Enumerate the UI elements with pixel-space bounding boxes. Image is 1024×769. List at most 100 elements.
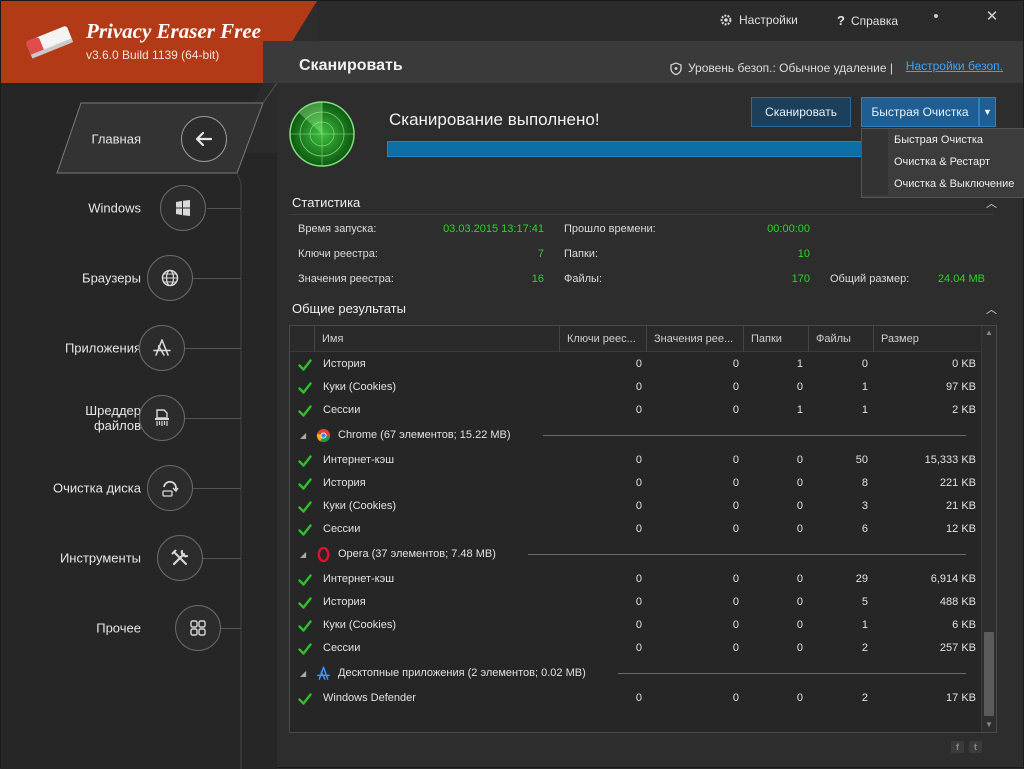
table-row[interactable]: Сессии 0 0 0 6 12 KB bbox=[290, 518, 982, 541]
menu-item-quick-clean[interactable]: Быстрая Очистка bbox=[862, 129, 1024, 151]
item-name: История bbox=[323, 477, 366, 489]
column-header-folders[interactable]: Папки bbox=[743, 326, 808, 352]
cell-files: 1 bbox=[861, 619, 868, 631]
item-name: Куки (Cookies) bbox=[323, 381, 396, 393]
table-row[interactable]: Куки (Cookies) 0 0 0 3 21 KB bbox=[290, 495, 982, 518]
item-name: Интернет-кэш bbox=[323, 454, 395, 466]
check-icon bbox=[298, 574, 312, 586]
cell-folders: 0 bbox=[796, 596, 803, 608]
cell-keys: 0 bbox=[635, 500, 642, 512]
collapse-triangle-icon[interactable]: ◢ bbox=[300, 550, 306, 559]
check-icon bbox=[298, 382, 312, 394]
table-row[interactable]: История 0 0 0 8 221 KB bbox=[290, 472, 982, 495]
cell-values: 0 bbox=[732, 381, 739, 393]
sidebar-item-applications[interactable]: Приложения bbox=[1, 320, 241, 376]
page-header-bar: Сканировать Уровень безоп.: Обычное удал… bbox=[263, 41, 1023, 83]
sidebar-item-windows[interactable]: Windows bbox=[1, 180, 241, 236]
scan-button[interactable]: Сканировать bbox=[751, 97, 851, 127]
scroll-up-icon[interactable]: ▲ bbox=[982, 326, 996, 340]
check-icon bbox=[298, 455, 312, 467]
cell-files: 2 bbox=[861, 692, 868, 704]
column-header-registry-values[interactable]: Значения рее... bbox=[646, 326, 743, 352]
cell-keys: 0 bbox=[635, 642, 642, 654]
chrome-icon bbox=[316, 428, 331, 443]
group-row[interactable]: ◢ Десктопные приложения (2 элементов; 0.0… bbox=[290, 660, 982, 687]
group-row[interactable]: ◢ Opera (37 элементов; 7.48 MB) bbox=[290, 541, 982, 568]
registry-values-value: 16 bbox=[531, 273, 544, 285]
scroll-down-icon[interactable]: ▼ bbox=[982, 718, 996, 732]
group-row[interactable]: ◢ Chrome (67 элементов; 15.22 MB) bbox=[290, 422, 982, 449]
results-scrollbar[interactable]: ▲ ▼ bbox=[981, 326, 996, 732]
cell-folders: 0 bbox=[796, 642, 803, 654]
item-name: Сессии bbox=[323, 523, 361, 535]
table-row[interactable]: Куки (Cookies) 0 0 0 1 97 KB bbox=[290, 376, 982, 399]
sidebar-item-other[interactable]: Прочее bbox=[1, 600, 241, 656]
quick-clean-menu: Быстрая Очистка Очистка & Рестарт Очистк… bbox=[861, 128, 1024, 198]
table-row[interactable]: История 0 0 1 0 0 KB bbox=[290, 353, 982, 376]
results-title: Общие результаты bbox=[292, 301, 406, 316]
table-body: История 0 0 1 0 0 KB Куки (Cookies) 0 0 0 1 97 KB Се… bbox=[290, 353, 982, 710]
menu-item-clean-shutdown[interactable]: Очистка & Выключение bbox=[862, 173, 1024, 195]
column-header-name[interactable]: Имя bbox=[314, 326, 559, 352]
column-header-files[interactable]: Файлы bbox=[808, 326, 873, 352]
column-header-size[interactable]: Размер bbox=[873, 326, 982, 352]
cell-values: 0 bbox=[732, 596, 739, 608]
total-size-value: 24.04 MB bbox=[937, 273, 985, 285]
files-value: 170 bbox=[791, 273, 810, 285]
sidebar-item-browsers[interactable]: Браузеры bbox=[1, 250, 241, 306]
menu-item-clean-restart[interactable]: Очистка & Рестарт bbox=[862, 151, 1024, 173]
twitter-icon[interactable]: t bbox=[969, 741, 982, 753]
sidebar-item-disk-cleanup[interactable]: Очистка диска bbox=[1, 460, 241, 516]
facebook-icon[interactable]: f bbox=[951, 741, 964, 753]
more-icon bbox=[175, 605, 221, 651]
table-row[interactable]: Сессии 0 0 1 1 2 KB bbox=[290, 399, 982, 422]
table-header: Имя Ключи реес... Значения рее... Папки … bbox=[290, 326, 982, 352]
security-settings-link[interactable]: Настройки безоп. bbox=[906, 59, 1003, 73]
close-button[interactable]: ✕ bbox=[981, 7, 1003, 27]
cell-files: 3 bbox=[861, 500, 868, 512]
table-row[interactable]: История 0 0 0 5 488 KB bbox=[290, 591, 982, 614]
chevron-up-icon[interactable]: ︿ bbox=[986, 301, 997, 317]
sidebar-item-label: Браузеры bbox=[82, 270, 141, 286]
table-row[interactable]: Интернет-кэш 0 0 0 50 15,333 KB bbox=[290, 449, 982, 472]
check-icon bbox=[298, 359, 312, 371]
table-row[interactable]: Интернет-кэш 0 0 0 29 6,914 KB bbox=[290, 568, 982, 591]
cell-files: 0 bbox=[861, 358, 868, 370]
quick-clean-button[interactable]: Быстрая Очистка bbox=[861, 97, 979, 127]
collapse-triangle-icon[interactable]: ◢ bbox=[300, 669, 306, 678]
table-row[interactable]: Windows Defender 0 0 0 2 17 KB bbox=[290, 687, 982, 710]
cell-files: 1 bbox=[861, 404, 868, 416]
sidebar-item-shredder[interactable]: Шреддер файлов bbox=[1, 390, 241, 446]
apps-icon bbox=[139, 325, 185, 371]
cell-size: 17 KB bbox=[946, 692, 976, 704]
check-icon bbox=[298, 478, 312, 490]
item-name: История bbox=[323, 596, 366, 608]
sidebar-item-home[interactable]: Главная bbox=[1, 111, 241, 167]
cell-files: 50 bbox=[855, 454, 868, 466]
column-header-registry-keys[interactable]: Ключи реес... bbox=[559, 326, 646, 352]
collapse-triangle-icon[interactable]: ◢ bbox=[300, 431, 306, 440]
cell-values: 0 bbox=[732, 619, 739, 631]
cell-folders: 0 bbox=[796, 692, 803, 704]
scroll-thumb[interactable] bbox=[984, 632, 994, 716]
minimize-button[interactable]: • bbox=[925, 7, 947, 27]
item-name: Сессии bbox=[323, 404, 361, 416]
table-row[interactable]: Куки (Cookies) 0 0 0 1 6 KB bbox=[290, 614, 982, 637]
check-icon bbox=[298, 405, 312, 417]
cell-folders: 0 bbox=[796, 381, 803, 393]
item-name: Интернет-кэш bbox=[323, 573, 395, 585]
settings-link[interactable]: Настройки bbox=[719, 13, 798, 27]
elapsed-label: Прошло времени: bbox=[564, 223, 656, 235]
cell-files: 6 bbox=[861, 523, 868, 535]
cell-folders: 1 bbox=[796, 404, 803, 416]
quick-clean-dropdown-arrow[interactable]: ▼ bbox=[979, 97, 996, 127]
cell-values: 0 bbox=[732, 454, 739, 466]
help-link[interactable]: ? Справка bbox=[837, 13, 898, 28]
cell-size: 6 KB bbox=[952, 619, 976, 631]
table-row[interactable]: Сессии 0 0 0 2 257 KB bbox=[290, 637, 982, 660]
shredder-icon bbox=[139, 395, 185, 441]
sidebar-item-tools[interactable]: Инструменты bbox=[1, 530, 241, 586]
cell-folders: 0 bbox=[796, 523, 803, 535]
start-time-value: 03.03.2015 13:17:41 bbox=[443, 223, 544, 235]
cell-folders: 0 bbox=[796, 500, 803, 512]
